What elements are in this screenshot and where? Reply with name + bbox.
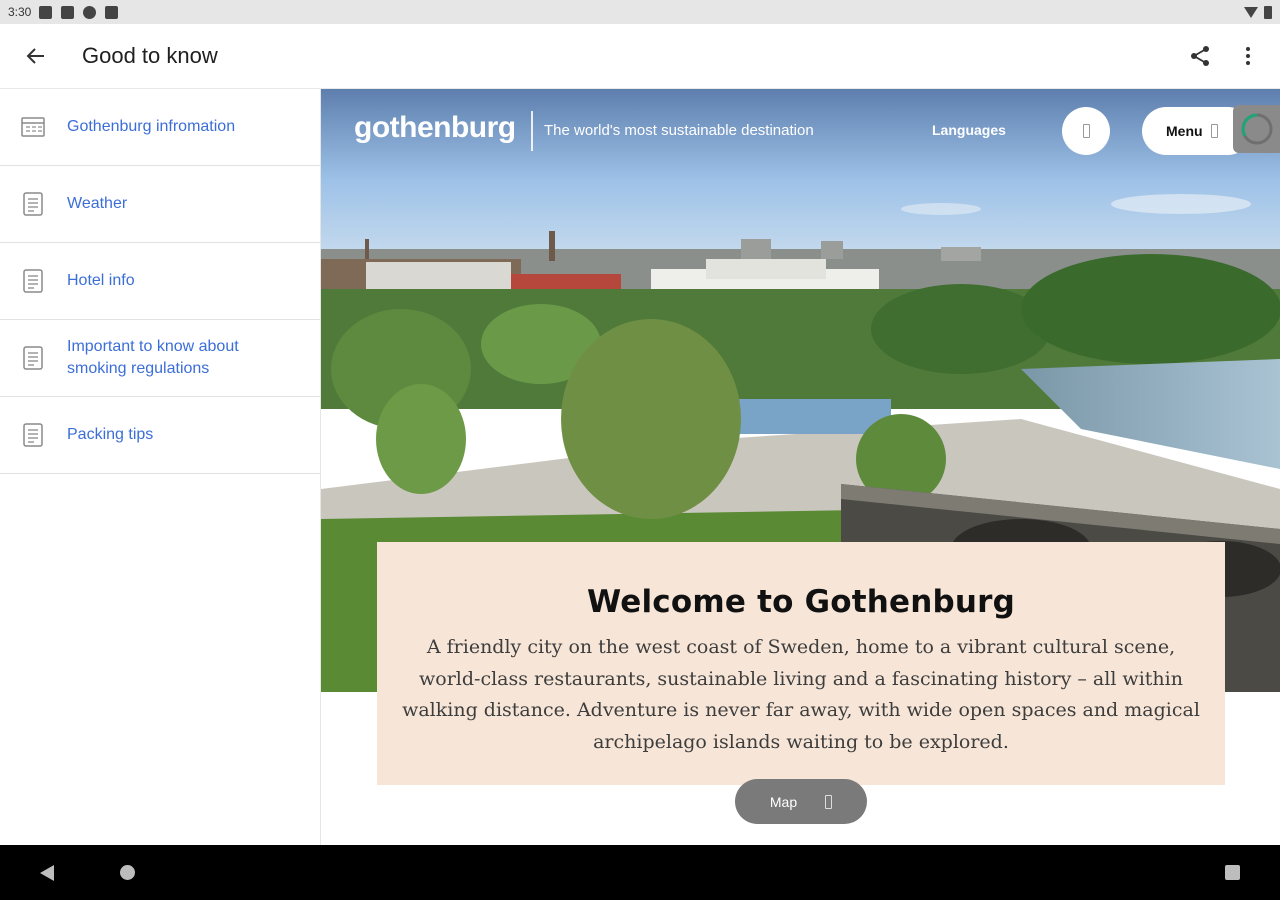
- menu-icon: [1210, 124, 1218, 138]
- map-icon: [825, 794, 833, 809]
- system-nav-bar: [0, 845, 1280, 900]
- sidebar-item-weather[interactable]: Weather: [0, 166, 320, 243]
- notification-icon: [39, 5, 53, 19]
- storage-icon: [105, 5, 119, 19]
- nav-home-icon[interactable]: [120, 865, 135, 880]
- welcome-text: A friendly city on the west coast of Swe…: [402, 636, 1200, 753]
- sidebar-item-label: Gothenburg infromation: [67, 118, 236, 135]
- sidebar-item-gothenburg-information[interactable]: Gothenburg infromation: [0, 89, 320, 166]
- welcome-card: Welcome to Gothenburg A friendly city on…: [377, 542, 1225, 785]
- sync-icon: [83, 5, 97, 19]
- search-button[interactable]: [1062, 107, 1110, 155]
- status-time: 3:30: [8, 5, 32, 19]
- document-icon: [23, 346, 43, 370]
- sidebar-item-packing-tips[interactable]: Packing tips: [0, 397, 320, 474]
- loading-spinner-icon: [1241, 113, 1272, 145]
- sidebar-item-label: Weather: [67, 195, 128, 212]
- sidebar: Gothenburg infromation Weather Hotel inf…: [0, 89, 321, 845]
- app-bar: Good to know: [0, 24, 1280, 89]
- sidebar-item-label: Hotel info: [67, 272, 135, 289]
- logo-divider: [531, 111, 533, 151]
- arrow-left-icon: [26, 48, 44, 64]
- sidebar-item-smoking-regulations[interactable]: Important to know about smoking regulati…: [0, 320, 320, 397]
- sidebar-item-label: Important to know about smoking regulati…: [67, 338, 239, 377]
- battery-icon: [1264, 5, 1272, 19]
- menu-label: Menu: [1166, 123, 1203, 139]
- document-icon: [23, 192, 43, 216]
- languages-link[interactable]: Languages: [932, 122, 1006, 138]
- back-button[interactable]: [0, 24, 72, 89]
- loading-overlay: [1233, 105, 1280, 153]
- nav-recents-icon[interactable]: [1225, 865, 1240, 880]
- document-icon: [23, 423, 43, 447]
- wifi-icon: [1244, 6, 1258, 18]
- calendar-doc-icon: [21, 117, 45, 137]
- share-button[interactable]: [1176, 32, 1224, 80]
- more-button[interactable]: [1224, 32, 1272, 80]
- nav-back-icon[interactable]: [40, 865, 54, 881]
- search-icon: [1082, 124, 1090, 138]
- more-vert-icon: [1246, 47, 1250, 65]
- webview[interactable]: gothenburg The world's most sustainable …: [321, 89, 1280, 845]
- map-label: Map: [769, 793, 798, 810]
- status-right: [1244, 5, 1272, 19]
- status-bar: 3:30: [0, 0, 1280, 24]
- sidebar-item-label: Packing tips: [67, 426, 154, 443]
- document-icon: [23, 269, 43, 293]
- site-logo[interactable]: gothenburg: [354, 111, 516, 145]
- gallery-icon: [61, 5, 75, 19]
- page-title: Good to know: [82, 43, 218, 68]
- app-actions: [1176, 32, 1280, 80]
- sidebar-item-hotel-info[interactable]: Hotel info: [0, 243, 320, 320]
- map-button[interactable]: Map: [735, 779, 867, 824]
- site-header: gothenburg The world's most sustainable …: [321, 89, 1280, 173]
- welcome-title: Welcome to Gothenburg: [586, 584, 1016, 620]
- share-icon: [1191, 46, 1209, 66]
- site-tagline: The world's most sustainable destination: [544, 122, 814, 139]
